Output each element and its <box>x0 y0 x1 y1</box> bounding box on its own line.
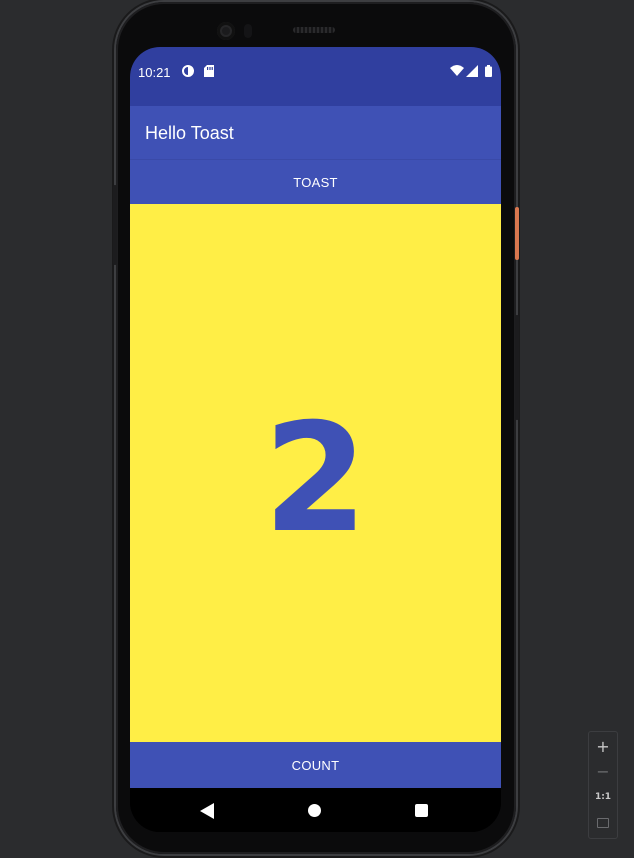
fit-screen-button[interactable] <box>589 811 617 835</box>
signal-icon <box>466 65 478 79</box>
count-button[interactable]: COUNT <box>130 742 501 788</box>
app-title: Hello Toast <box>145 123 234 143</box>
front-camera <box>217 22 235 40</box>
data-saver-icon <box>182 65 194 79</box>
actual-size-button[interactable]: 1:1 <box>589 785 617 809</box>
fit-screen-icon <box>597 818 609 828</box>
navigation-bar <box>130 788 501 832</box>
zoom-controls: + − 1:1 <box>588 731 618 839</box>
battery-icon <box>485 65 492 79</box>
zoom-out-button[interactable]: − <box>589 759 617 783</box>
device-screen: 10:21 Hello Toast TOAST 2 COUNT <box>130 47 501 832</box>
zoom-in-button[interactable]: + <box>589 734 617 758</box>
earpiece-speaker <box>293 27 335 33</box>
app-bar: Hello Toast <box>130 106 501 160</box>
recents-icon[interactable] <box>415 804 428 817</box>
count-display: 2 <box>130 204 501 742</box>
wifi-icon <box>450 65 464 79</box>
back-icon[interactable] <box>200 803 214 819</box>
home-icon[interactable] <box>308 804 321 817</box>
toast-button[interactable]: TOAST <box>130 160 501 204</box>
sd-card-icon <box>204 65 214 79</box>
status-bar: 10:21 <box>130 47 501 106</box>
count-value: 2 <box>263 392 368 566</box>
status-time: 10:21 <box>138 65 171 80</box>
power-button[interactable] <box>515 207 519 260</box>
emulator-window: 10:21 Hello Toast TOAST 2 COUNT + − 1:1 <box>0 0 634 858</box>
phone-side-edge <box>113 185 117 265</box>
proximity-sensor <box>244 24 252 38</box>
volume-button[interactable] <box>515 315 519 420</box>
